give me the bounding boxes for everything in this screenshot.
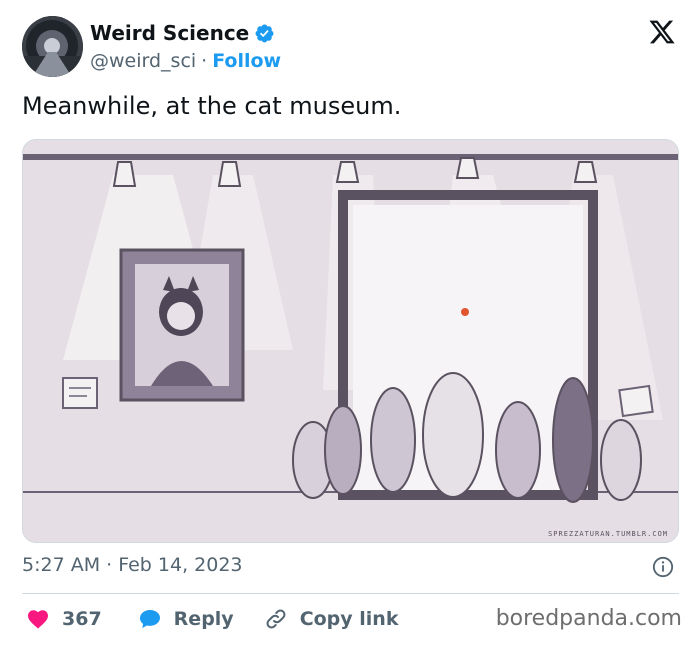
copy-link-label: Copy link — [299, 608, 399, 630]
like-button[interactable]: 367 — [26, 607, 102, 631]
tweet-text: Meanwhile, at the cat museum. — [22, 92, 402, 120]
reply-bubble-icon — [139, 610, 160, 628]
tweet-media-image[interactable]: SPREZZATURAN.TUMBLR.COM — [22, 139, 679, 543]
reply-label: Reply — [173, 608, 234, 630]
avatar-image — [22, 16, 83, 77]
link-icon — [266, 609, 286, 629]
divider — [22, 593, 679, 594]
display-name[interactable]: Weird Science — [90, 21, 249, 45]
media-credit: SPREZZATURAN.TUMBLR.COM — [548, 530, 668, 538]
heart-icon — [28, 610, 48, 629]
verified-badge-icon — [255, 24, 274, 42]
handle[interactable]: @weird_sci — [90, 50, 196, 72]
follow-button[interactable]: Follow — [212, 50, 281, 72]
avatar[interactable] — [22, 16, 83, 77]
separator-dot: · — [201, 50, 208, 72]
tweet-timestamp[interactable]: 5:27 AM · Feb 14, 2023 — [22, 554, 243, 576]
x-logo-icon[interactable] — [647, 18, 677, 46]
like-count: 367 — [62, 608, 102, 630]
watermark: boredpanda.com — [495, 606, 682, 631]
info-icon[interactable] — [652, 556, 674, 578]
cat-museum-illustration: SPREZZATURAN.TUMBLR.COM — [23, 140, 678, 542]
reply-button[interactable]: Reply — [138, 607, 234, 631]
copy-link-button[interactable]: Copy link — [264, 607, 399, 631]
author-block: Weird Science @weird_sci · Follow — [90, 20, 281, 74]
action-bar: 367 Reply Copy link — [26, 604, 398, 634]
